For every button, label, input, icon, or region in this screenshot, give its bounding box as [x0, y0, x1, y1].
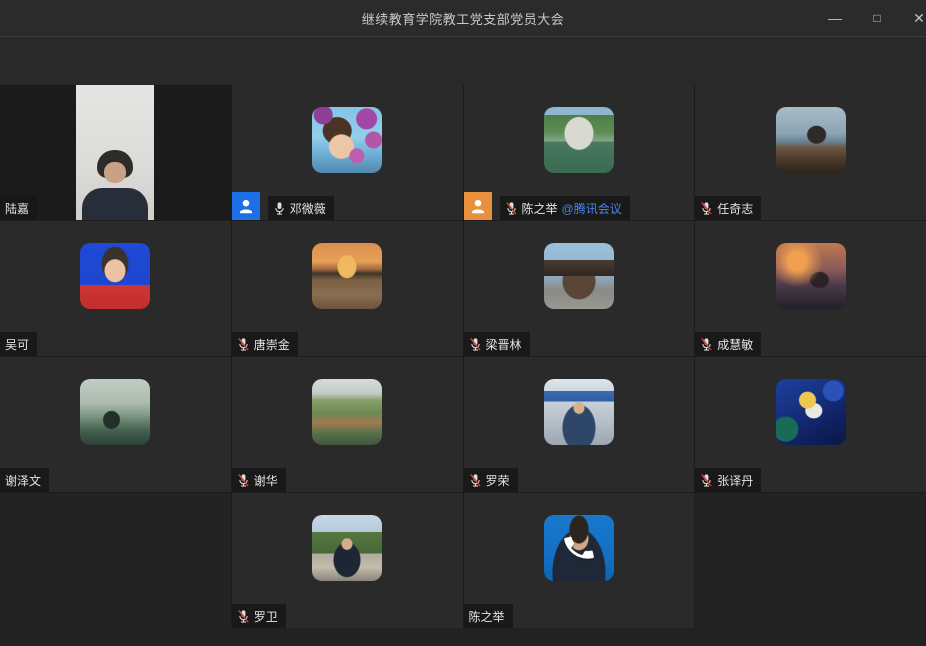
participant-nameplate: 陆嘉 [0, 196, 37, 220]
nameplate-row: 梁晋林 [464, 332, 530, 356]
participant-tile[interactable]: 成慧敏 [695, 221, 926, 356]
participant-tile[interactable]: 陈之举 [464, 493, 695, 628]
participant-nameplate: 唐崇金 [232, 332, 298, 356]
phone-icon [559, 528, 599, 568]
participant-name: 罗荣 [486, 472, 510, 489]
participant-tile[interactable]: 吴可 [0, 221, 231, 356]
mic-muted-icon [469, 473, 482, 488]
participant-suffix: @腾讯会议 [562, 200, 622, 217]
participant-name: 唐崇金 [254, 336, 290, 353]
empty-grid-cell [0, 493, 231, 628]
participant-avatar [776, 243, 846, 309]
mic-muted-icon [237, 473, 250, 488]
participant-tile[interactable]: 梁晋林 [464, 221, 695, 356]
participant-avatar [776, 379, 846, 445]
participant-avatar [544, 107, 614, 173]
nameplate-row: 罗卫 [232, 604, 286, 628]
nameplate-row: 吴可 [0, 332, 37, 356]
participant-name: 陈之举 [469, 608, 505, 625]
participant-tile[interactable]: 陈之举@腾讯会议 [464, 85, 695, 220]
close-button[interactable]: ✕ [898, 0, 926, 36]
participant-nameplate: 罗荣 [464, 468, 518, 492]
mic-muted-icon [469, 337, 482, 352]
participants-grid: 陆嘉邓微薇陈之举@腾讯会议任奇志吴可唐崇金梁晋林成慧敏谢泽文谢华罗荣张译丹罗卫陈… [0, 85, 926, 628]
person-icon [468, 196, 488, 216]
participant-avatar [312, 243, 382, 309]
participant-name: 陈之举 [522, 200, 558, 217]
title-bar: 继续教育学院教工党支部党员大会 — □ ✕ [0, 0, 926, 36]
window-controls: — □ ✕ [814, 0, 926, 36]
nameplate-row: 陆嘉 [0, 196, 37, 220]
participant-name: 成慧敏 [717, 336, 753, 353]
participant-tile[interactable]: 罗卫 [232, 493, 463, 628]
participant-avatar [80, 243, 150, 309]
mic-on-icon [273, 201, 286, 216]
maximize-button[interactable]: □ [856, 0, 898, 36]
participant-tile[interactable]: 谢泽文 [0, 357, 231, 492]
nameplate-row: 罗荣 [464, 468, 518, 492]
participant-nameplate: 陈之举@腾讯会议 [500, 196, 630, 220]
toolbar-area [0, 36, 926, 85]
mic-muted-icon [700, 201, 713, 216]
participant-tile[interactable]: 陆嘉 [0, 85, 231, 220]
nameplate-row: 张译丹 [695, 468, 761, 492]
window-title: 继续教育学院教工党支部党员大会 [362, 9, 565, 28]
participant-tile[interactable]: 任奇志 [695, 85, 926, 220]
participant-nameplate: 谢华 [232, 468, 286, 492]
participant-avatar [776, 107, 846, 173]
participant-name: 张译丹 [717, 472, 753, 489]
participant-name: 任奇志 [717, 200, 753, 217]
participant-avatar [312, 379, 382, 445]
participant-nameplate: 谢泽文 [0, 468, 49, 492]
bottom-strip [0, 628, 926, 646]
mic-muted-icon [505, 201, 518, 216]
participant-avatar [80, 379, 150, 445]
participant-avatar [312, 515, 382, 581]
participant-nameplate: 邓微薇 [268, 196, 334, 220]
nameplate-row: 谢华 [232, 468, 286, 492]
participant-tile[interactable]: 张译丹 [695, 357, 926, 492]
participant-tile[interactable]: 唐崇金 [232, 221, 463, 356]
nameplate-row: 邓微薇 [232, 192, 334, 220]
mic-muted-icon [237, 609, 250, 624]
user-role-badge [464, 192, 492, 220]
participant-avatar [312, 107, 382, 173]
meeting-window: 继续教育学院教工党支部党员大会 — □ ✕ 陆嘉邓微薇陈之举@腾讯会议任奇志吴可… [0, 0, 926, 646]
participant-tile[interactable]: 邓微薇 [232, 85, 463, 220]
participant-nameplate: 梁晋林 [464, 332, 530, 356]
user-role-badge [232, 192, 260, 220]
participant-name: 罗卫 [254, 608, 278, 625]
nameplate-row: 成慧敏 [695, 332, 761, 356]
mic-muted-icon [700, 473, 713, 488]
participant-name: 谢华 [254, 472, 278, 489]
participant-tile[interactable]: 罗荣 [464, 357, 695, 492]
empty-grid-cell [695, 493, 926, 628]
participant-nameplate: 陈之举 [464, 604, 513, 628]
participant-nameplate: 张译丹 [695, 468, 761, 492]
participant-name: 邓微薇 [290, 200, 326, 217]
video-person [76, 85, 154, 220]
nameplate-row: 唐崇金 [232, 332, 298, 356]
participant-avatar [544, 515, 614, 581]
participant-name: 谢泽文 [5, 472, 41, 489]
mic-muted-icon [700, 337, 713, 352]
nameplate-row: 任奇志 [695, 196, 761, 220]
participant-nameplate: 吴可 [0, 332, 37, 356]
nameplate-row: 陈之举 [464, 604, 513, 628]
participant-name: 吴可 [5, 336, 29, 353]
participant-nameplate: 成慧敏 [695, 332, 761, 356]
minimize-button[interactable]: — [814, 0, 856, 36]
nameplate-row: 谢泽文 [0, 468, 49, 492]
nameplate-row: 陈之举@腾讯会议 [464, 192, 630, 220]
participant-nameplate: 任奇志 [695, 196, 761, 220]
participant-nameplate: 罗卫 [232, 604, 286, 628]
participant-name: 梁晋林 [486, 336, 522, 353]
participant-avatar [544, 243, 614, 309]
participant-tile[interactable]: 谢华 [232, 357, 463, 492]
participant-avatar [544, 379, 614, 445]
person-icon [236, 196, 256, 216]
participant-name: 陆嘉 [5, 200, 29, 217]
mic-muted-icon [237, 337, 250, 352]
